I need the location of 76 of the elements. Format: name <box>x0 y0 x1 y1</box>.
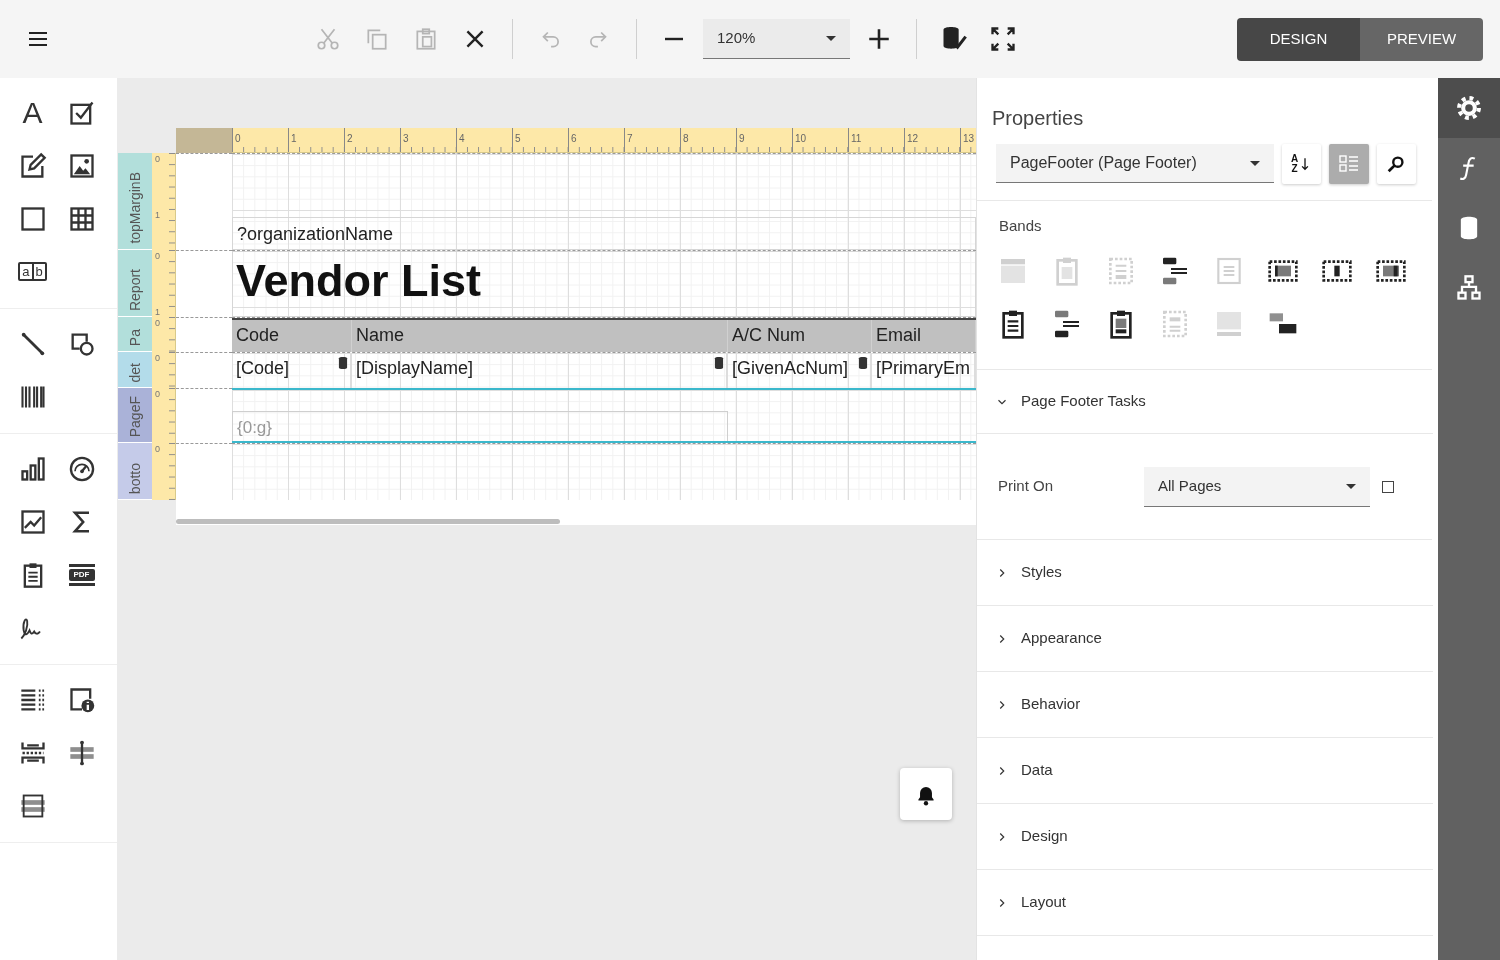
ruler-number: 6 <box>568 128 624 152</box>
mode-tab[interactable]: PREVIEW <box>1360 17 1483 61</box>
database-icon <box>336 355 350 371</box>
ruler-number: 1 <box>154 306 161 317</box>
field-label: Print On <box>998 476 1055 497</box>
ruler-number: 0 <box>154 317 161 330</box>
ruler-number: 10 <box>792 128 848 152</box>
ruler-number: 5 <box>512 128 568 152</box>
band-label[interactable]: topMarginB <box>118 153 152 250</box>
database-icon <box>856 355 870 371</box>
ruler-number: 8 <box>680 128 736 152</box>
notification-button[interactable] <box>900 768 952 820</box>
ruler-number: 2 <box>344 128 400 152</box>
ruler-number: 0 <box>154 250 161 263</box>
field-binding: [DisplayName] <box>356 357 474 380</box>
hierarchy-icon <box>1455 274 1483 302</box>
ruler-number: 3 <box>400 128 456 152</box>
ruler-number: 0 <box>154 352 161 365</box>
field-binding: [PrimaryEm <box>876 357 970 380</box>
report-title: Vendor List <box>232 251 976 317</box>
bar-chart-icon <box>18 454 47 483</box>
field-binding: [Code] <box>236 357 290 380</box>
section-label: Bands <box>998 216 1043 236</box>
ruler-number: 1 <box>154 209 161 222</box>
band-label[interactable]: botto <box>118 443 152 500</box>
cross-band-line-icon <box>67 738 96 767</box>
mode-tab[interactable]: DESIGN <box>1237 17 1360 61</box>
band-label[interactable]: det <box>118 352 152 388</box>
edit-icon <box>18 151 47 180</box>
band-label[interactable]: PageF <box>118 388 152 443</box>
scrollbar[interactable] <box>176 519 560 524</box>
ruler-number: 7 <box>624 128 680 152</box>
search-button[interactable] <box>1376 144 1416 184</box>
caret-icon <box>826 36 836 41</box>
component-select[interactable]: PageFooter (Page Footer) <box>996 144 1274 183</box>
label-icon: A <box>22 97 43 128</box>
ruler-number: 0 <box>154 388 161 401</box>
band-label[interactable]: Report <box>118 250 152 317</box>
ruler-number: 0 <box>154 443 161 456</box>
ruler-number: 9 <box>736 128 792 152</box>
page-info-icon <box>67 685 96 714</box>
square-icon <box>18 204 47 233</box>
toolbox-item[interactable]: a b <box>8 245 57 298</box>
character-comb-icon: a b <box>18 262 47 281</box>
sort-button[interactable]: A Z <box>1281 144 1322 184</box>
field-binding: [GivenAcNum] <box>732 357 849 380</box>
database-icon <box>712 355 726 371</box>
scissors-icon <box>315 26 341 52</box>
picture-icon <box>67 151 96 180</box>
ruler-number: 4 <box>456 128 512 152</box>
panel-title: Properties <box>991 106 1085 130</box>
caret-icon <box>1249 160 1260 166</box>
checkbox[interactable] <box>1382 480 1394 493</box>
line-chart-icon <box>18 507 47 536</box>
report-label: ?organizationName <box>232 217 976 250</box>
minus-icon <box>663 37 685 41</box>
ruler-margin <box>176 128 232 153</box>
plus-icon <box>866 26 892 52</box>
ruler-number: 0 <box>154 153 161 166</box>
toolbox-item[interactable]: PDF <box>57 548 106 601</box>
table-icon <box>67 204 96 233</box>
ruler-number: 1 <box>288 128 344 152</box>
print-on-select[interactable]: All Pages <box>1144 466 1370 507</box>
band-label[interactable]: Pa <box>118 317 152 352</box>
zoom-select[interactable]: 120% <box>703 19 850 59</box>
ruler-number: 0 <box>232 128 288 152</box>
ruler-number: 12 <box>904 128 960 152</box>
gauge-icon <box>67 454 96 483</box>
copy-icon <box>364 26 390 52</box>
caret-icon <box>1346 483 1356 489</box>
toolbox-item[interactable]: A <box>8 86 57 139</box>
gear-icon <box>1455 94 1483 122</box>
ruler-number: 11 <box>848 128 904 152</box>
clipboard-icon <box>413 26 439 52</box>
fullscreen-icon <box>989 25 1017 53</box>
settings-tab[interactable] <box>1438 78 1500 138</box>
